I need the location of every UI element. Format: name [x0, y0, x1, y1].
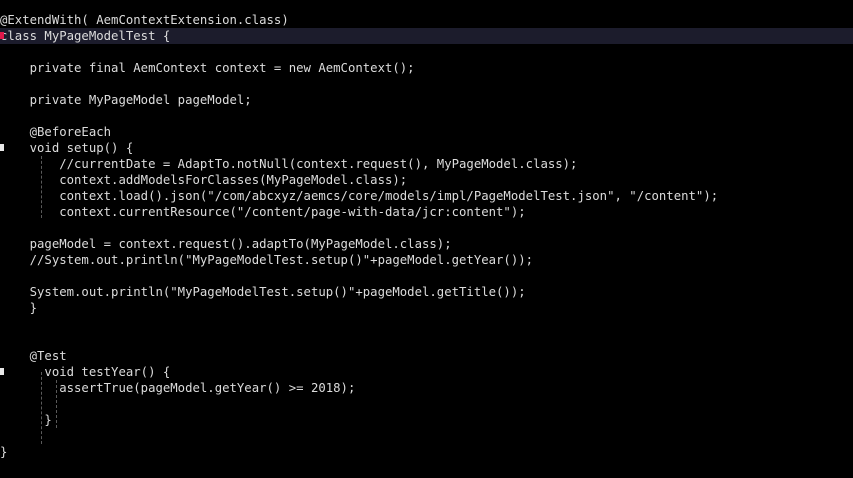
- code-line[interactable]: void setup() {: [0, 140, 853, 156]
- code-line[interactable]: private final AemContext context = new A…: [0, 60, 853, 76]
- fold-collapse-icon[interactable]: [0, 144, 4, 151]
- code-line[interactable]: //currentDate = AdaptTo.notNull(context.…: [0, 156, 853, 172]
- code-text: class MyPageModelTest {: [0, 29, 171, 43]
- code-line-current[interactable]: class MyPageModelTest {: [0, 28, 853, 44]
- code-text: }: [0, 413, 52, 427]
- code-line[interactable]: context.addModelsForClasses(MyPageModel.…: [0, 172, 853, 188]
- code-line[interactable]: [0, 268, 853, 284]
- code-text: }: [0, 445, 8, 459]
- code-line[interactable]: context.currentResource("/content/page-w…: [0, 204, 853, 220]
- code-line[interactable]: [0, 396, 853, 412]
- code-line[interactable]: @Test: [0, 348, 853, 364]
- code-line[interactable]: [0, 108, 853, 124]
- indent-guide: [56, 380, 57, 428]
- fold-collapse-icon[interactable]: [0, 368, 4, 375]
- code-line[interactable]: [0, 220, 853, 236]
- code-text: @ExtendWith( AemContextExtension.class): [0, 13, 289, 27]
- indent-guide: [41, 156, 42, 218]
- code-text: //currentDate = AdaptTo.notNull(context.…: [0, 157, 578, 171]
- code-text: context.addModelsForClasses(MyPageModel.…: [0, 173, 408, 187]
- code-text: private final AemContext context = new A…: [0, 61, 415, 75]
- code-line[interactable]: void testYear() {: [0, 364, 853, 380]
- code-line[interactable]: }: [0, 444, 853, 460]
- code-text: private MyPageModel pageModel;: [0, 93, 252, 107]
- code-line[interactable]: [0, 44, 853, 60]
- code-text: @Test: [0, 349, 67, 363]
- code-line[interactable]: assertTrue(pageModel.getYear() >= 2018);: [0, 380, 853, 396]
- code-line[interactable]: System.out.println("MyPageModelTest.setu…: [0, 284, 853, 300]
- code-text: assertTrue(pageModel.getYear() >= 2018);: [0, 381, 356, 395]
- code-text: System.out.println("MyPageModelTest.setu…: [0, 285, 526, 299]
- code-text: @BeforeEach: [0, 125, 112, 139]
- code-text: void setup() {: [0, 141, 134, 155]
- code-text: //System.out.println("MyPageModelTest.se…: [0, 253, 534, 267]
- code-text: context.load().json("/com/abcxyz/aemcs/c…: [0, 189, 719, 203]
- code-line[interactable]: //System.out.println("MyPageModelTest.se…: [0, 252, 853, 268]
- code-editor[interactable]: @ExtendWith( AemContextExtension.class) …: [0, 0, 853, 478]
- code-text: }: [0, 301, 38, 315]
- code-line[interactable]: }: [0, 412, 853, 428]
- code-line[interactable]: [0, 76, 853, 92]
- code-text: void testYear() {: [0, 365, 171, 379]
- code-text: pageModel = context.request().adaptTo(My…: [0, 237, 452, 251]
- indent-guide: [41, 372, 42, 444]
- code-line[interactable]: @BeforeEach: [0, 124, 853, 140]
- code-text: context.currentResource("/content/page-w…: [0, 205, 526, 219]
- code-line[interactable]: private MyPageModel pageModel;: [0, 92, 853, 108]
- code-line[interactable]: [0, 332, 853, 348]
- code-line[interactable]: [0, 316, 853, 332]
- code-line[interactable]: pageModel = context.request().adaptTo(My…: [0, 236, 853, 252]
- code-line[interactable]: @ExtendWith( AemContextExtension.class): [0, 12, 853, 28]
- fold-collapse-icon[interactable]: [0, 32, 4, 39]
- code-line[interactable]: context.load().json("/com/abcxyz/aemcs/c…: [0, 188, 853, 204]
- code-line[interactable]: }: [0, 300, 853, 316]
